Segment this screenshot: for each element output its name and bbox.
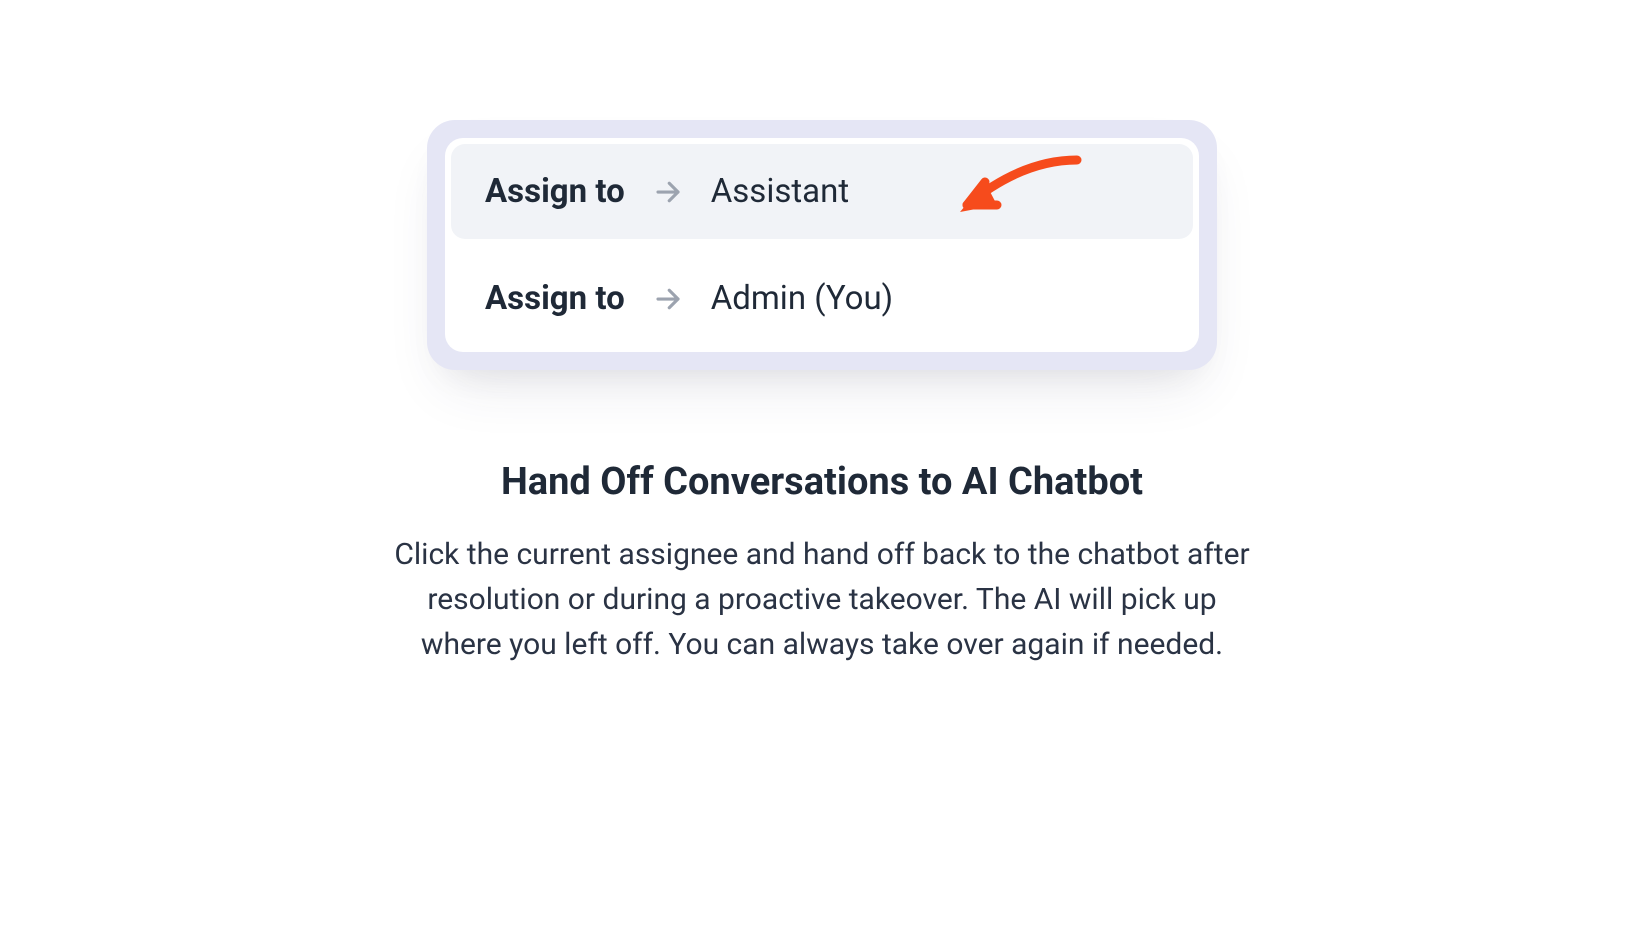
assign-label: Assign to bbox=[485, 172, 625, 211]
assign-label: Assign to bbox=[485, 279, 625, 318]
section-heading: Hand Off Conversations to AI Chatbot bbox=[501, 460, 1143, 504]
assign-list: Assign to Assistant Assign to Admin (You… bbox=[445, 138, 1199, 352]
assign-value: Admin (You) bbox=[711, 279, 893, 318]
arrow-right-icon bbox=[653, 177, 683, 207]
assign-option-admin[interactable]: Assign to Admin (You) bbox=[445, 245, 1199, 352]
assign-option-assistant[interactable]: Assign to Assistant bbox=[451, 144, 1193, 239]
section-description: Click the current assignee and hand off … bbox=[387, 532, 1257, 667]
assign-value: Assistant bbox=[711, 172, 849, 211]
arrow-right-icon bbox=[653, 284, 683, 314]
assign-card: Assign to Assistant Assign to Admin (You… bbox=[427, 120, 1217, 370]
